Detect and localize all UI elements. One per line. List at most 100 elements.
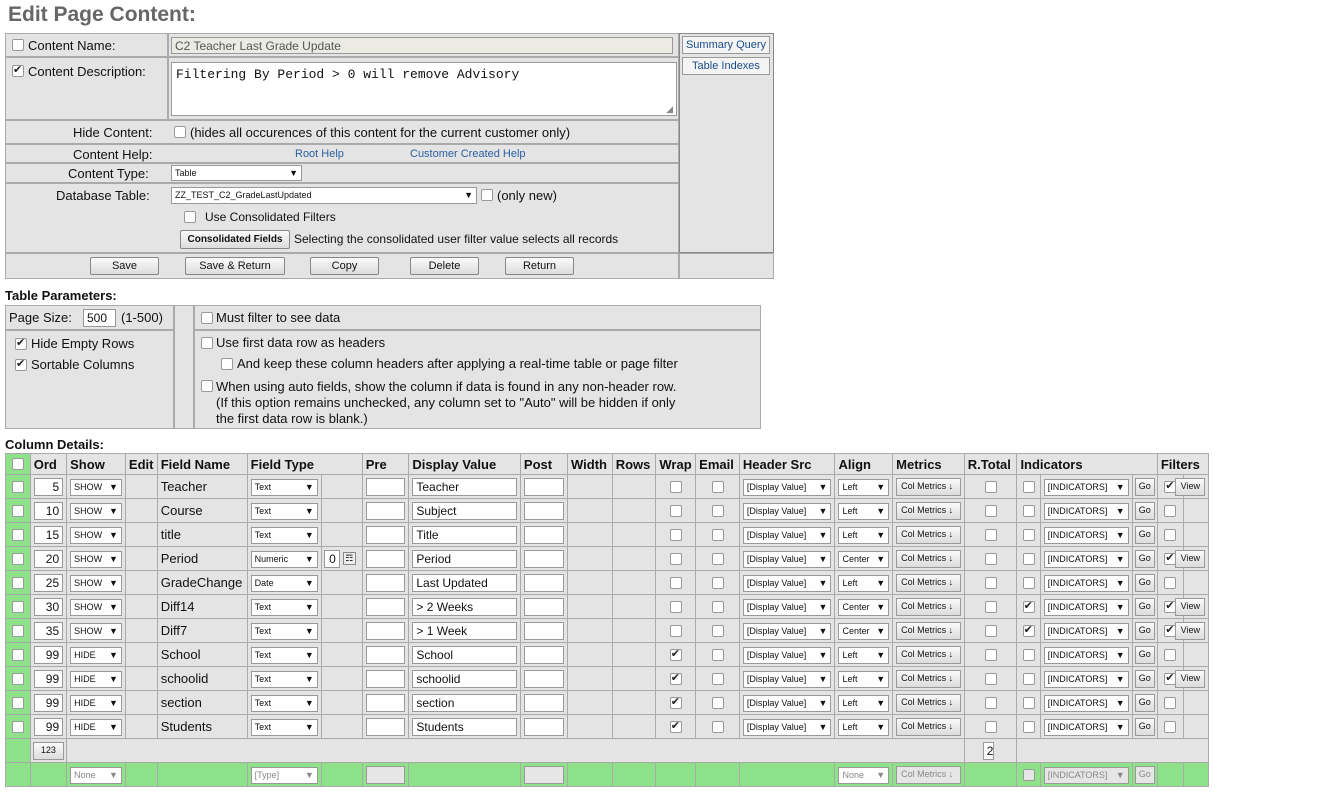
- auto-fields-checkbox[interactable]: [201, 380, 213, 392]
- post-input[interactable]: [523, 550, 564, 568]
- col-metrics-button[interactable]: Col Metrics ↓: [896, 526, 961, 544]
- go-button[interactable]: Go: [1134, 694, 1155, 712]
- pre-input[interactable]: [365, 718, 406, 736]
- email-checkbox[interactable]: [711, 720, 724, 733]
- pre-input[interactable]: [365, 550, 406, 568]
- content-description-checkbox[interactable]: [12, 63, 24, 77]
- view-filter-button[interactable]: View: [1175, 622, 1206, 640]
- align-select[interactable]: Left: [838, 503, 890, 520]
- ord-input[interactable]: 30: [33, 598, 64, 616]
- table-indexes-button[interactable]: Table Indexes: [682, 57, 770, 75]
- email-checkbox[interactable]: [711, 480, 724, 493]
- row-select-checkbox[interactable]: [11, 552, 24, 565]
- header-src-select[interactable]: [Display Value]: [742, 647, 832, 664]
- only-new-checkbox[interactable]: [481, 189, 493, 201]
- header-filters[interactable]: Filters: [1156, 453, 1210, 475]
- show-select[interactable]: SHOW: [70, 623, 122, 640]
- align-select[interactable]: Left: [838, 695, 890, 712]
- header-src-select[interactable]: [Display Value]: [742, 599, 832, 616]
- indicator-checkbox[interactable]: [1022, 552, 1035, 565]
- database-table-select[interactable]: ZZ_TEST_C2_GradeLastUpdated: [171, 187, 477, 204]
- display-value-input[interactable]: School: [412, 646, 517, 664]
- go-button[interactable]: Go: [1134, 526, 1155, 544]
- col-metrics-button[interactable]: Col Metrics ↓: [896, 574, 961, 592]
- display-value-input[interactable]: Title: [412, 526, 517, 544]
- page-size-input[interactable]: 500: [83, 309, 116, 327]
- save-button[interactable]: Save: [90, 257, 159, 275]
- post-input[interactable]: [523, 526, 564, 544]
- rtotal-checkbox[interactable]: [984, 504, 997, 517]
- field-type-select[interactable]: Text: [250, 623, 318, 640]
- email-checkbox[interactable]: [711, 672, 724, 685]
- must-filter-checkbox[interactable]: [201, 312, 213, 324]
- keep-headers-checkbox[interactable]: [221, 358, 233, 370]
- row-select-checkbox[interactable]: [11, 576, 24, 589]
- email-checkbox[interactable]: [711, 576, 724, 589]
- align-select[interactable]: Left: [838, 575, 890, 592]
- ord-input[interactable]: 99: [33, 646, 64, 664]
- rtotal-checkbox[interactable]: [984, 600, 997, 613]
- new-row-pre-input[interactable]: [365, 766, 406, 784]
- align-select[interactable]: Left: [838, 479, 890, 496]
- display-value-input[interactable]: > 1 Week: [412, 622, 517, 640]
- header-metrics[interactable]: Metrics: [892, 453, 965, 475]
- indicators-select[interactable]: [INDICATORS]: [1043, 695, 1129, 712]
- show-select[interactable]: HIDE: [70, 671, 122, 688]
- header-post[interactable]: Post: [519, 453, 569, 475]
- col-metrics-button[interactable]: Col Metrics ↓: [896, 670, 961, 688]
- rtotal-checkbox[interactable]: [984, 672, 997, 685]
- header-src-select[interactable]: [Display Value]: [742, 479, 832, 496]
- row-select-checkbox[interactable]: [11, 600, 24, 613]
- post-input[interactable]: [523, 694, 564, 712]
- filter-checkbox[interactable]: [1164, 696, 1177, 709]
- header-src-select[interactable]: [Display Value]: [742, 623, 832, 640]
- indicators-select[interactable]: [INDICATORS]: [1043, 503, 1129, 520]
- field-type-select[interactable]: Text: [250, 479, 318, 496]
- indicator-checkbox[interactable]: [1022, 599, 1035, 613]
- new-row-align-select[interactable]: None: [838, 767, 890, 784]
- header-src-select[interactable]: [Display Value]: [742, 695, 832, 712]
- summary-query-button[interactable]: Summary Query: [682, 36, 770, 54]
- field-type-select[interactable]: Numeric: [250, 551, 318, 568]
- filter-checkbox[interactable]: [1164, 720, 1177, 733]
- indicators-select[interactable]: [INDICATORS]: [1043, 623, 1129, 640]
- header-indicators[interactable]: Indicators: [1016, 453, 1158, 475]
- view-filter-button[interactable]: View: [1175, 478, 1206, 496]
- field-type-select[interactable]: Text: [250, 599, 318, 616]
- ord-input[interactable]: 20: [33, 550, 64, 568]
- indicator-checkbox[interactable]: [1022, 504, 1035, 517]
- indicators-select[interactable]: [INDICATORS]: [1043, 575, 1129, 592]
- row-select-checkbox[interactable]: [11, 672, 24, 685]
- pre-input[interactable]: [365, 646, 406, 664]
- pre-input[interactable]: [365, 502, 406, 520]
- field-type-select[interactable]: Text: [250, 503, 318, 520]
- customer-created-help-link[interactable]: Customer Created Help: [410, 148, 526, 160]
- indicator-checkbox[interactable]: [1022, 480, 1035, 493]
- wrap-checkbox[interactable]: [669, 600, 682, 613]
- row-select-checkbox[interactable]: [11, 696, 24, 709]
- pre-input[interactable]: [365, 526, 406, 544]
- new-row-metrics-button[interactable]: Col Metrics ↓: [896, 766, 961, 784]
- rtotal-checkbox[interactable]: [984, 552, 997, 565]
- header-ord[interactable]: Ord: [29, 453, 68, 475]
- display-value-input[interactable]: Last Updated: [412, 574, 517, 592]
- post-input[interactable]: [523, 646, 564, 664]
- indicator-checkbox[interactable]: [1022, 576, 1035, 589]
- post-input[interactable]: [523, 502, 564, 520]
- renumber-button[interactable]: 123: [32, 742, 65, 760]
- col-metrics-button[interactable]: Col Metrics ↓: [896, 550, 961, 568]
- header-display-value[interactable]: Display Value: [408, 453, 521, 475]
- show-select[interactable]: HIDE: [70, 719, 122, 736]
- header-email[interactable]: Email: [695, 453, 740, 475]
- indicators-select[interactable]: [INDICATORS]: [1043, 671, 1129, 688]
- pre-input[interactable]: [365, 694, 406, 712]
- email-checkbox[interactable]: [711, 648, 724, 661]
- header-src-select[interactable]: [Display Value]: [742, 575, 832, 592]
- field-type-select[interactable]: Text: [250, 647, 318, 664]
- indicators-select[interactable]: [INDICATORS]: [1043, 599, 1129, 616]
- ord-input[interactable]: 25: [33, 574, 64, 592]
- go-button[interactable]: Go: [1134, 478, 1155, 496]
- indicators-select[interactable]: [INDICATORS]: [1043, 527, 1129, 544]
- align-select[interactable]: Center: [838, 623, 890, 640]
- indicator-checkbox[interactable]: [1022, 528, 1035, 541]
